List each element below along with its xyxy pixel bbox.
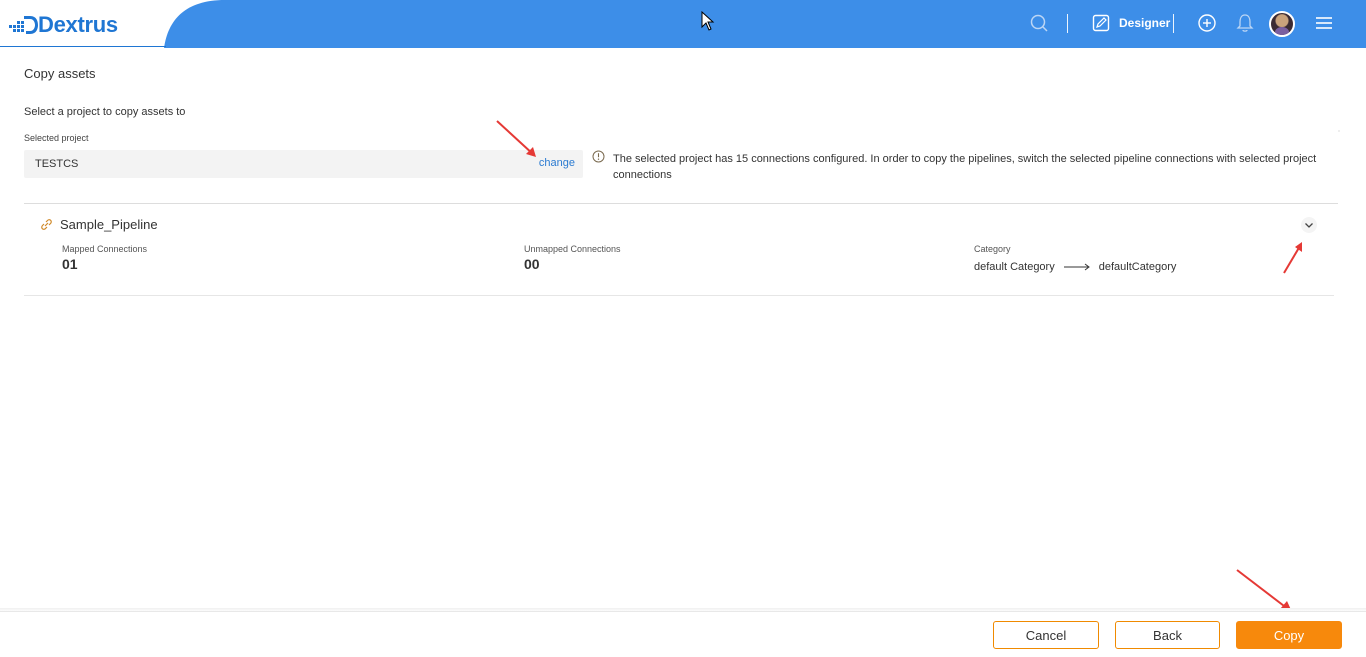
pipeline-name[interactable]: Sample_Pipeline [60, 217, 158, 232]
dextrus-logo[interactable]: Dextrus [8, 13, 118, 37]
designer-button[interactable]: Designer [1092, 12, 1170, 34]
change-project-link[interactable]: change [539, 157, 575, 169]
logo-underline [0, 46, 166, 47]
hamburger-icon[interactable] [1313, 12, 1335, 34]
annotation-arrow-icon [1283, 242, 1302, 274]
category-from: default Category [974, 261, 1055, 273]
designer-label: Designer [1119, 16, 1171, 30]
mapped-connections-label: Mapped Connections [62, 244, 148, 254]
copy-button[interactable]: Copy [1236, 621, 1342, 649]
divider [24, 295, 1334, 296]
avatar[interactable] [1269, 11, 1295, 37]
app-header: Dextrus Designer [0, 0, 1366, 48]
selected-project-label: Selected project [24, 133, 89, 143]
back-button[interactable]: Back [1115, 621, 1220, 649]
category-mapping: default Category defaultCategory [974, 261, 1176, 273]
logo-mark-icon [9, 16, 38, 34]
info-icon [592, 150, 605, 163]
bell-icon[interactable] [1234, 12, 1256, 34]
footer-divider [0, 611, 1366, 612]
chevron-down-icon [1301, 217, 1317, 233]
category-to: defaultCategory [1098, 261, 1177, 273]
search-icon[interactable] [1028, 12, 1050, 34]
mouse-cursor-icon [701, 11, 715, 31]
selected-project-value: TESTCS [35, 158, 79, 170]
long-arrow-right-icon [1063, 263, 1090, 271]
edit-icon [1092, 14, 1110, 32]
expand-pipeline-button[interactable] [1300, 216, 1318, 234]
plus-circle-icon[interactable] [1196, 12, 1218, 34]
header-separator [1067, 14, 1068, 33]
header-separator [1173, 14, 1174, 33]
link-icon [41, 219, 52, 230]
unmapped-connections-label: Unmapped Connections [524, 244, 621, 254]
cancel-button[interactable]: Cancel [993, 621, 1099, 649]
logo-text: Dextrus [38, 12, 118, 37]
category-label: Category [974, 244, 1011, 254]
connections-info-message: The selected project has 15 connections … [613, 153, 1317, 181]
unmapped-connections-value: 00 [524, 256, 540, 272]
select-project-hint: Select a project to copy assets to [24, 106, 186, 118]
mapped-connections-value: 01 [62, 256, 78, 272]
annotation-arrow-icon [496, 120, 536, 157]
divider [24, 203, 1338, 204]
scroll-marker [1338, 130, 1340, 132]
page-title: Copy assets [24, 66, 96, 81]
